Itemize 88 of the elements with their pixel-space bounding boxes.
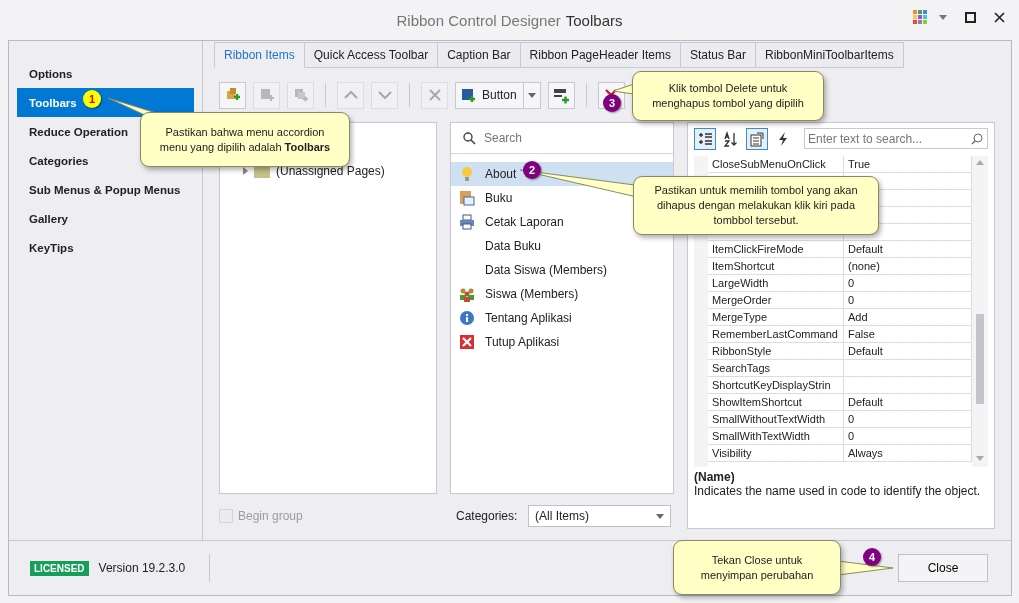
- caret-icon[interactable]: [527, 92, 536, 98]
- property-name: MergeType: [712, 310, 768, 323]
- callout-text: Klik tombol Delete untuk menghapus tombol yang dipilih: [651, 81, 805, 111]
- tab[interactable]: Ribbon PageHeader Items: [520, 42, 681, 68]
- list-item[interactable]: About: [485, 167, 517, 181]
- sidebar-item[interactable]: Categories: [17, 146, 93, 175]
- categories-label: Categories:: [456, 509, 519, 523]
- close-icon[interactable]: [994, 11, 1005, 23]
- property-value[interactable]: 0: [848, 429, 855, 442]
- search-field[interactable]: Enter text to search...: [804, 128, 988, 150]
- tab[interactable]: Status Bar: [681, 42, 757, 68]
- window-title: Ribbon Control Designer: [396, 11, 561, 29]
- caret-icon[interactable]: [939, 14, 947, 20]
- list-item[interactable]: Cetak Laporan: [485, 215, 564, 229]
- property-value[interactable]: Default: [848, 242, 883, 255]
- property-name: SearchTags: [712, 361, 771, 374]
- property-name: MergeOrder: [712, 293, 772, 306]
- add-item-icon: [460, 87, 476, 103]
- list-item[interactable]: Siswa (Members): [485, 287, 579, 301]
- property-name: RememberLastCommand: [712, 327, 838, 340]
- property-value[interactable]: Default: [848, 395, 883, 408]
- version-text: Version 19.2.3.0: [98, 561, 186, 575]
- maximize-icon[interactable]: [965, 11, 976, 23]
- list-item[interactable]: Tutup Aplikasi: [485, 335, 560, 349]
- property-name: CloseSubMenuOnClick: [712, 157, 826, 170]
- list-item[interactable]: Data Siswa (Members): [485, 263, 608, 277]
- property-name: ItemClickFireMode: [712, 242, 804, 255]
- color-palette-icon[interactable]: [913, 10, 927, 24]
- tab[interactable]: Ribbon Items: [214, 42, 305, 68]
- scrollbar-thumb[interactable]: [976, 313, 984, 404]
- expand-arrow-icon[interactable]: [242, 167, 248, 175]
- tab[interactable]: Caption Bar: [438, 42, 521, 68]
- property-value[interactable]: 0: [848, 412, 855, 425]
- close-icon: [459, 334, 475, 350]
- window-subtitle: Toolbars: [565, 11, 623, 29]
- property-name: SmallWithoutTextWidth: [712, 412, 826, 425]
- description-title: (Name): [694, 469, 736, 484]
- lightbulb-icon: [459, 166, 475, 182]
- list-item[interactable]: Data Buku: [485, 239, 542, 253]
- categorized-icon[interactable]: [694, 127, 716, 150]
- pages-icon[interactable]: [746, 127, 768, 150]
- sidebar-item[interactable]: Gallery: [17, 204, 72, 233]
- calendar-icon: [459, 190, 475, 206]
- property-value[interactable]: (none): [848, 259, 880, 272]
- add-item-button[interactable]: [547, 81, 575, 109]
- property-value[interactable]: False: [848, 327, 875, 340]
- scroll-down-icon[interactable]: [976, 455, 984, 461]
- property-value[interactable]: True: [848, 157, 871, 170]
- people-icon: [459, 286, 475, 302]
- tab[interactable]: Quick Access Toolbar: [304, 42, 439, 68]
- license-badge: LICENSED: [30, 560, 89, 576]
- property-value[interactable]: 0: [848, 276, 855, 289]
- search-icon: [463, 131, 476, 145]
- callout-text: Pastikan bahwa menu accordion menu yang dipilih adalah Toolbars: [158, 124, 332, 155]
- search-field[interactable]: Search: [484, 131, 634, 145]
- property-name: ShowItemShortcut: [712, 395, 802, 408]
- printer-icon: [459, 214, 475, 230]
- tree-item[interactable]: (Unassigned Pages): [276, 164, 385, 178]
- checkbox-label: Begin group: [238, 509, 303, 523]
- search-icon: [971, 133, 983, 146]
- item-type-dropdown[interactable]: Button: [455, 81, 541, 109]
- sidebar-item[interactable]: Options: [17, 59, 77, 88]
- property-name: Visibility: [712, 446, 752, 459]
- sidebar-item[interactable]: Reduce Operation: [17, 117, 133, 146]
- tab[interactable]: RibbonMiniToolbarItems: [756, 42, 904, 68]
- list-item[interactable]: Buku: [485, 191, 513, 205]
- list-item[interactable]: Tentang Aplikasi: [485, 311, 572, 325]
- caret-icon[interactable]: [656, 513, 664, 519]
- callout-text: Pastikan untuk memilih tombol yang akan dihapus dengan melakukan klik kiri pada tombbol tersebut.: [653, 183, 859, 228]
- property-value[interactable]: 0: [848, 293, 855, 306]
- categories-dropdown[interactable]: (All Items): [528, 505, 671, 527]
- info-icon: [459, 310, 475, 326]
- property-name: SmallWithTextWidth: [712, 429, 810, 442]
- list-add-icon: [552, 86, 571, 104]
- property-value[interactable]: Default: [848, 344, 883, 357]
- sidebar-item[interactable]: KeyTips: [17, 233, 78, 262]
- property-name: ItemShortcut: [712, 259, 775, 272]
- scroll-up-icon[interactable]: [976, 159, 984, 165]
- close-button[interactable]: Close: [898, 554, 988, 582]
- property-value[interactable]: Add: [848, 310, 868, 323]
- sidebar-item[interactable]: Sub Menus & Popup Menus: [17, 175, 185, 204]
- property-value[interactable]: Always: [848, 446, 883, 459]
- callout-text: Tekan Close untuk menyimpan perubahan: [699, 552, 815, 583]
- add-link-button[interactable]: [219, 81, 246, 109]
- property-name: ShortcutKeyDisplayStrin: [712, 378, 831, 391]
- property-name: LargeWidth: [712, 276, 769, 289]
- property-name: RibbonStyle: [712, 344, 772, 357]
- description-text: Indicates the name used in code to identify the object.: [694, 483, 982, 498]
